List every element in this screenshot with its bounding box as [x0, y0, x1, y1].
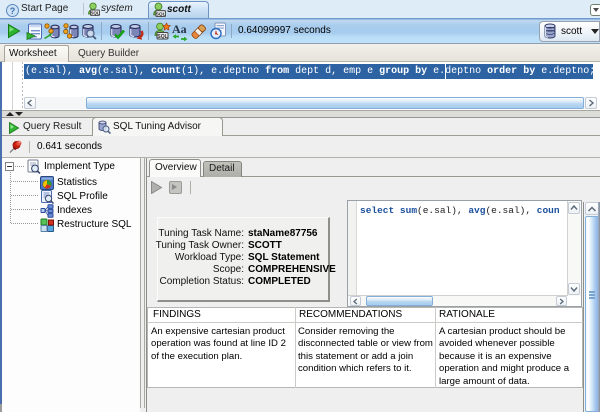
svg-text:Aa: Aa	[172, 22, 187, 36]
svg-text:SQL: SQL	[157, 34, 167, 40]
svg-text:SQL: SQL	[156, 12, 166, 18]
svg-text:SQL: SQL	[90, 11, 100, 16]
svg-text:?: ?	[10, 6, 16, 16]
